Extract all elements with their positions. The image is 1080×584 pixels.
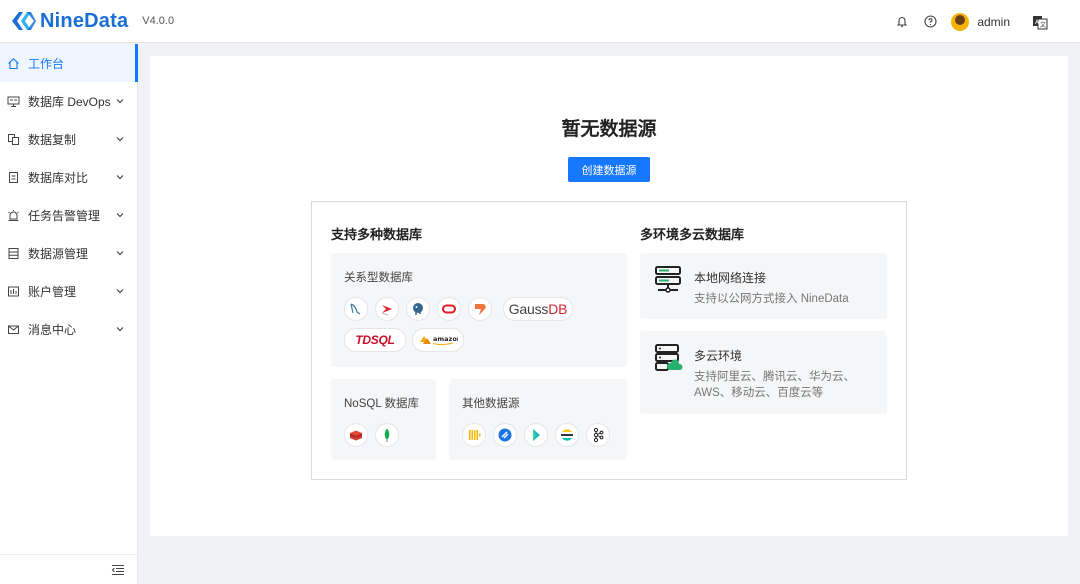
monitor-icon (7, 95, 20, 108)
sidebar-item-label: 数据库 DevOps (28, 94, 111, 109)
mail-icon (7, 323, 20, 336)
relational-db-label: 关系型数据库 (344, 272, 413, 284)
elasticsearch-icon (555, 423, 579, 447)
relational-db-panel: 关系型数据库 GaussDB TDSQL amazo (331, 253, 627, 367)
brand-name: NineData (40, 9, 129, 32)
other-datasources-label: 其他数据源 (462, 398, 520, 410)
sidebar-footer (0, 554, 137, 584)
compare-icon (7, 171, 20, 184)
multi-cloud-desc: 支持阿里云、腾讯云、华为云、 AWS、移动云、百度云等 (694, 369, 855, 401)
workbench-panel: 暂无数据源 创建数据源 支持多种数据库 多环境多云数据库 关系型数据库 Gaus… (150, 56, 1068, 536)
multi-cloud-desc-line: AWS、移动云、百度云等 (694, 387, 824, 399)
sqlserver-icon (375, 297, 399, 321)
nosql-db-panel: NoSQL 数据库 (331, 379, 436, 460)
alarm-icon (7, 209, 20, 222)
chevron-down-icon (116, 175, 124, 180)
multi-cloud-title: 多云环境 (694, 349, 743, 363)
clickhouse-icon (462, 423, 486, 447)
sidebar-item-label: 工作台 (28, 56, 65, 71)
sidebar-item-messages[interactable]: 消息中心 (0, 310, 137, 348)
amazon-aurora-logo: amazon (412, 328, 464, 352)
gaussdb-logo: GaussDB (503, 297, 573, 321)
oracle-icon (437, 297, 461, 321)
home-icon (7, 57, 20, 70)
local-network-title: 本地网络连接 (694, 271, 767, 285)
chevron-down-icon (116, 289, 124, 294)
create-datasource-button[interactable]: 创建数据源 (568, 157, 650, 182)
chevron-down-icon (116, 327, 124, 332)
sidebar-item-label: 数据复制 (28, 132, 77, 147)
empty-state-title: 暂无数据源 (561, 119, 657, 140)
chevron-down-icon (116, 213, 124, 218)
sidebar-item-replication[interactable]: 数据复制 (0, 120, 137, 158)
svg-text:amazon: amazon (433, 335, 458, 343)
doris-icon (524, 423, 548, 447)
avatar[interactable] (951, 12, 970, 31)
sidebar-item-label: 消息中心 (28, 322, 77, 337)
sidebar: 工作台 数据库 DevOps 数据复制 数据库对比 任务告警管理 数据源管理 账… (0, 44, 138, 584)
tdsql-logo: TDSQL (344, 328, 406, 352)
postgresql-icon (406, 297, 430, 321)
cloud-server-icon (655, 344, 683, 371)
other-datasources-panel: 其他数据源 (449, 379, 627, 460)
multi-cloud-panel: 多云环境 支持阿里云、腾讯云、华为云、 AWS、移动云、百度云等 (640, 331, 887, 414)
sidebar-item-label: 数据库对比 (28, 170, 89, 185)
copy-icon (7, 133, 20, 146)
sidebar-item-label: 任务告警管理 (28, 208, 101, 223)
cloud-section-title: 多环境多云数据库 (640, 227, 745, 242)
language-icon[interactable]: A文 (1032, 14, 1048, 30)
help-icon[interactable] (923, 15, 937, 29)
sidebar-item-account[interactable]: 账户管理 (0, 272, 137, 310)
version-label: V4.0.0 (142, 15, 175, 27)
username[interactable]: admin (977, 15, 1010, 29)
tidb-icon (468, 297, 492, 321)
redis-icon (344, 423, 368, 447)
chevron-down-icon (116, 137, 124, 142)
chevron-down-icon (116, 99, 124, 104)
local-network-desc: 支持以公网方式接入 NineData (694, 293, 849, 305)
sidebar-item-workbench[interactable]: 工作台 (0, 44, 138, 82)
sidebar-item-label: 账户管理 (28, 284, 77, 299)
starrocks-icon (493, 423, 517, 447)
mongodb-icon (375, 423, 399, 447)
mysql-icon (344, 297, 368, 321)
ninedata-logo-icon (12, 12, 36, 30)
sidebar-item-alarm[interactable]: 任务告警管理 (0, 196, 137, 234)
sidebar-item-datasource[interactable]: 数据源管理 (0, 234, 137, 272)
sidebar-item-devops[interactable]: 数据库 DevOps (0, 82, 137, 120)
account-icon (7, 285, 20, 298)
gaussdb-text: GaussDB (508, 301, 568, 317)
sidebar-item-compare[interactable]: 数据库对比 (0, 158, 137, 196)
supported-datasources-box: 支持多种数据库 多环境多云数据库 关系型数据库 GaussDB TDSQL am… (311, 201, 907, 480)
tdsql-text: TDSQL (355, 333, 395, 347)
support-section-title: 支持多种数据库 (331, 227, 423, 242)
chevron-down-icon (116, 251, 124, 256)
collapse-menu-icon[interactable] (111, 564, 125, 576)
svg-text:文: 文 (1040, 21, 1046, 29)
brand-logo[interactable]: NineData (10, 10, 128, 33)
multi-cloud-desc-line: 支持阿里云、腾讯云、华为云、 (694, 371, 855, 383)
datasource-icon (7, 247, 20, 260)
top-header: NineData V4.0.0 admin A文 (0, 0, 1080, 43)
bell-icon[interactable] (895, 15, 909, 29)
server-network-icon (655, 266, 681, 293)
sidebar-item-label: 数据源管理 (28, 246, 89, 261)
local-network-panel: 本地网络连接 支持以公网方式接入 NineData (640, 253, 887, 319)
kafka-icon (586, 423, 610, 447)
nosql-db-label: NoSQL 数据库 (344, 398, 419, 410)
